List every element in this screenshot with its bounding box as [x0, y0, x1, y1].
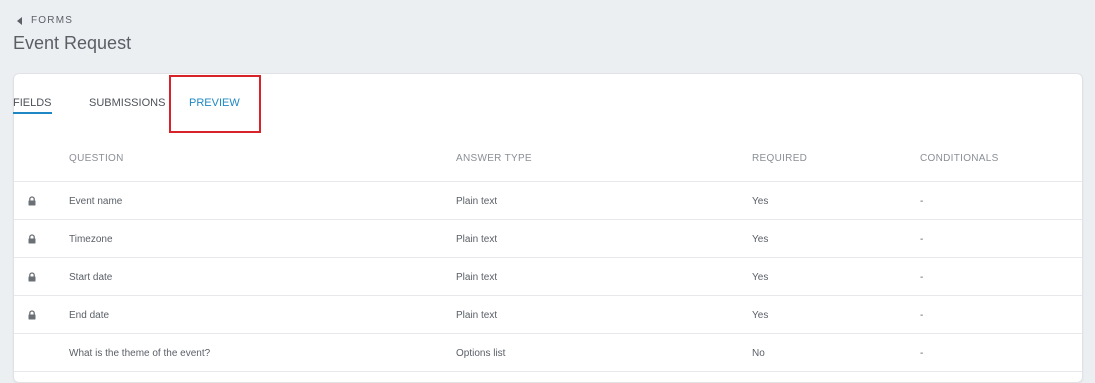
row-conditionals: -	[920, 272, 924, 283]
row-question: Start date	[69, 272, 113, 283]
row-question: Timezone	[69, 234, 113, 245]
lock-icon	[28, 234, 36, 244]
table-row[interactable]: What is the theme of the event? Options …	[14, 334, 1082, 372]
table-row[interactable]: Event name Plain text Yes -	[14, 182, 1082, 220]
row-question: Event name	[69, 196, 123, 207]
row-required: Yes	[752, 310, 769, 321]
row-answer-type: Plain text	[456, 310, 498, 321]
row-conditionals: -	[920, 196, 924, 207]
breadcrumb-label: FORMS	[31, 15, 74, 26]
row-required: Yes	[752, 196, 769, 207]
row-answer-type: Plain text	[456, 234, 498, 245]
table-row[interactable]: Start date Plain text Yes -	[14, 258, 1082, 296]
row-required: Yes	[752, 234, 769, 245]
tab-submissions[interactable]: SUBMISSIONS	[89, 97, 165, 109]
row-answer-type: Options list	[456, 348, 506, 359]
row-conditionals: -	[920, 234, 924, 245]
lock-icon	[28, 196, 36, 206]
table-row[interactable]: Timezone Plain text Yes -	[14, 220, 1082, 258]
row-conditionals: -	[920, 310, 924, 321]
lock-icon	[28, 272, 36, 282]
header-conditionals: CONDITIONALS	[920, 153, 999, 164]
lock-icon	[28, 310, 36, 320]
back-to-forms-link[interactable]: FORMS	[17, 15, 73, 26]
header-question: QUESTION	[69, 153, 124, 164]
table-header: QUESTION ANSWER TYPE REQUIRED CONDITIONA…	[14, 142, 1082, 182]
row-question: End date	[69, 310, 110, 321]
preview-highlight-box	[169, 75, 261, 133]
tab-fields[interactable]: FIELDS	[13, 97, 52, 114]
row-answer-type: Plain text	[456, 272, 498, 283]
table-row[interactable]: End date Plain text Yes -	[14, 296, 1082, 334]
row-answer-type: Plain text	[456, 196, 498, 207]
row-question: What is the theme of the event?	[69, 348, 211, 359]
row-required: Yes	[752, 272, 769, 283]
row-conditionals: -	[920, 348, 924, 359]
header-answer-type: ANSWER TYPE	[456, 153, 532, 164]
row-required: No	[752, 348, 765, 359]
page-title: Event Request	[13, 33, 132, 53]
fields-table: QUESTION ANSWER TYPE REQUIRED CONDITIONA…	[14, 142, 1082, 372]
header-required: REQUIRED	[752, 153, 808, 164]
caret-left-icon	[17, 16, 22, 25]
